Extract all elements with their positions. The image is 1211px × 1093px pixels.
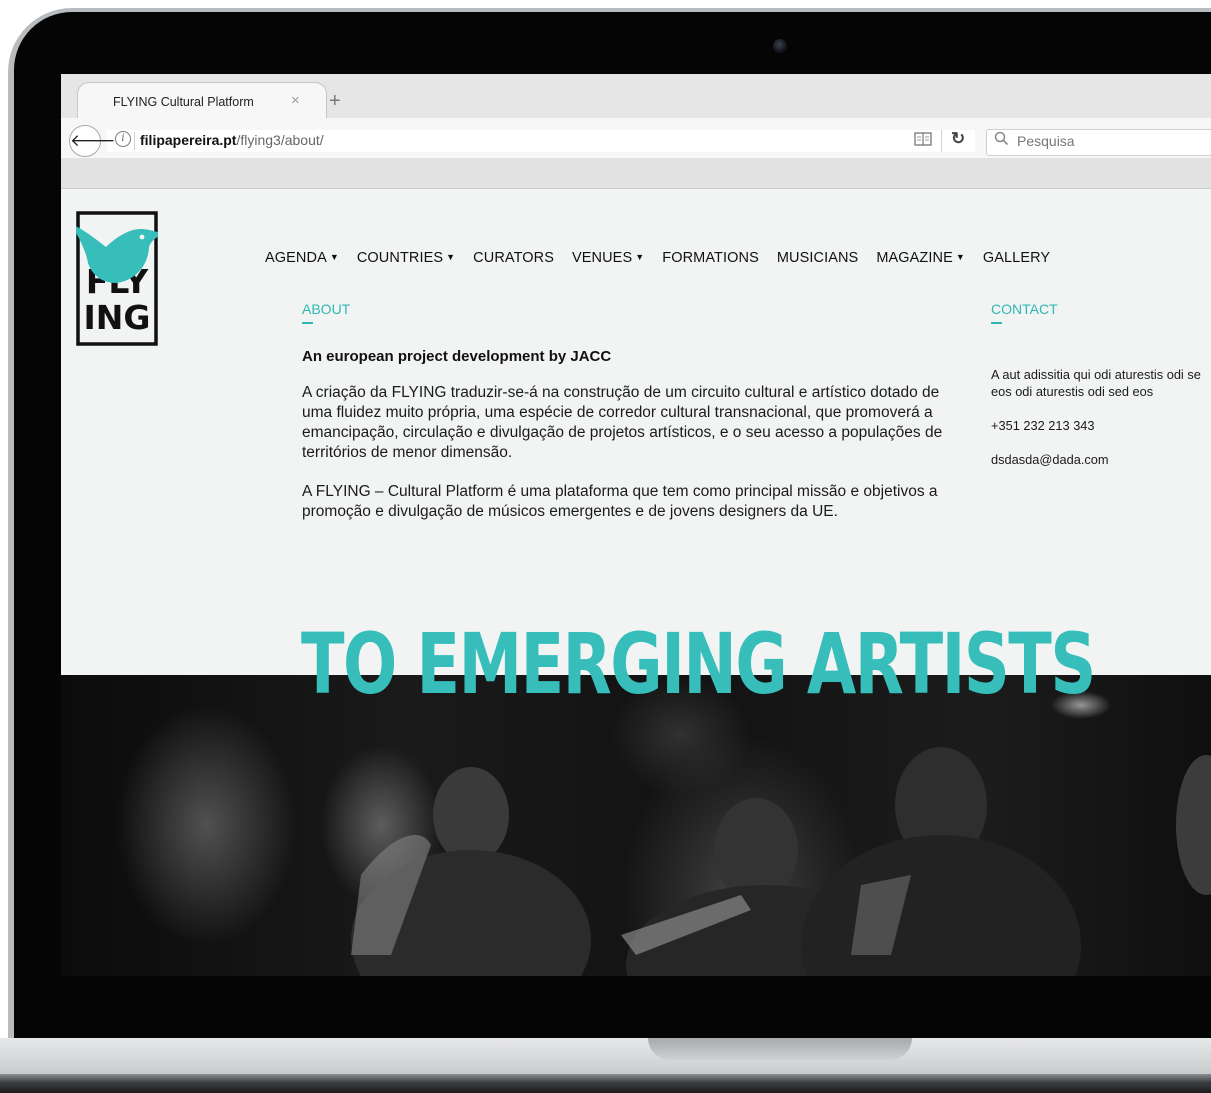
about-paragraph-1: A criação da FLYING traduzir-se-á na con…	[302, 384, 943, 461]
reader-view-icon[interactable]	[914, 132, 932, 148]
nav-item-gallery[interactable]: GALLERY	[983, 250, 1050, 270]
nav-item-formations[interactable]: FORMATIONS	[662, 250, 759, 270]
contact-details: A aut adissitia qui odi aturestis odi se…	[991, 349, 1211, 485]
url-text[interactable]: filipapereira.pt/flying3/about/	[140, 132, 324, 148]
bookmarks-bar	[61, 158, 1211, 189]
webcam	[773, 39, 787, 53]
nav-item-agenda[interactable]: AGENDA ▼	[265, 250, 339, 270]
search-icon	[994, 131, 1009, 150]
about-paragraph-2: A FLYING – Cultural Platform é uma plata…	[302, 483, 938, 520]
caret-down-icon: ▼	[446, 252, 456, 262]
contact-address: A aut adissitia qui odi aturestis odi se…	[991, 367, 1201, 399]
contact-email[interactable]: dsdasda@dada.com	[991, 451, 1211, 468]
laptop-notch	[648, 1038, 912, 1060]
laptop-base-edge	[0, 1074, 1211, 1093]
close-tab-icon[interactable]: ×	[291, 92, 300, 109]
caret-down-icon: ▼	[635, 252, 645, 262]
about-heading: An european project development by JACC	[302, 348, 612, 365]
flying-logo[interactable]: FLY ING	[70, 211, 164, 346]
reload-icon[interactable]: ↻	[951, 129, 965, 149]
search-input[interactable]: Pesquisa	[1017, 133, 1075, 149]
back-button[interactable]: 🡐	[69, 125, 116, 157]
info-icon[interactable]: i	[115, 131, 131, 147]
nav-item-venues[interactable]: VENUES ▼	[572, 250, 644, 270]
hero-title: TO EMERGING ARTISTS	[301, 615, 1096, 713]
nav-item-magazine[interactable]: MAGAZINE ▼	[876, 250, 965, 270]
laptop-base	[0, 1038, 1211, 1078]
nav-item-countries[interactable]: COUNTRIES ▼	[357, 250, 455, 270]
about-underline	[302, 322, 313, 324]
contact-phone: +351 232 213 343	[991, 418, 1095, 433]
contact-label: CONTACT	[991, 301, 1058, 317]
nav-item-musicians[interactable]: MUSICIANS	[777, 250, 858, 270]
screen: FLYING Cultural Platform × + 🡐 i filipap…	[61, 74, 1211, 976]
about-label: ABOUT	[302, 301, 351, 317]
url-divider	[134, 132, 135, 150]
new-tab-button[interactable]: +	[329, 91, 341, 111]
logo-text-bottom: ING	[84, 298, 151, 337]
tab-title: FLYING Cultural Platform	[113, 95, 254, 109]
hero-musicians-photo	[61, 675, 1211, 976]
caret-down-icon: ▼	[955, 252, 965, 262]
contact-underline	[991, 322, 1002, 324]
nav-item-curators[interactable]: CURATORS	[473, 250, 554, 270]
url-divider-right	[941, 130, 942, 152]
caret-down-icon: ▼	[329, 252, 339, 262]
main-nav: AGENDA ▼ COUNTRIES ▼ CURATORS VENUES ▼ FORM…	[265, 250, 1068, 270]
